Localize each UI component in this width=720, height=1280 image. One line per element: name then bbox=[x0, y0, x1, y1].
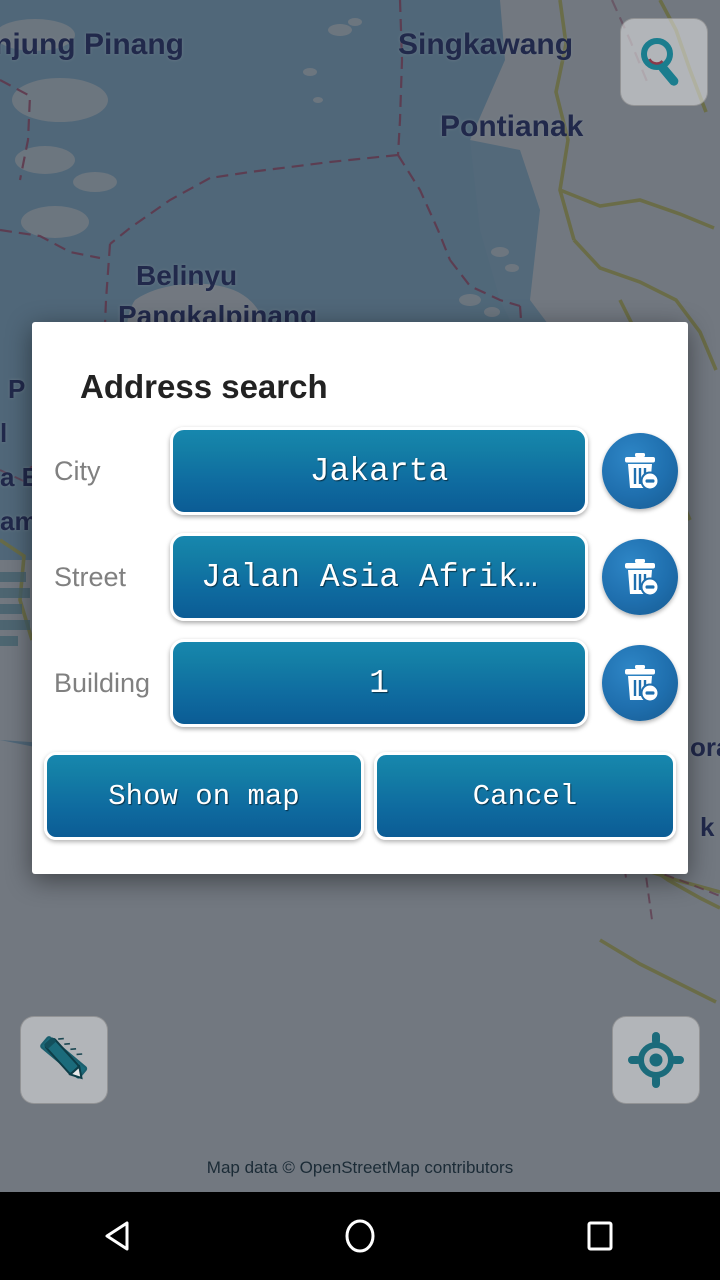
android-navigation-bar bbox=[0, 1192, 720, 1280]
ruler-pencil-icon bbox=[40, 1036, 88, 1080]
nav-home-button[interactable] bbox=[300, 1192, 420, 1280]
city-label: City bbox=[54, 455, 101, 486]
show-on-map-button[interactable]: Show on map bbox=[44, 752, 364, 840]
address-search-dialog: Address search City Jakarta Street Jalan… bbox=[32, 322, 688, 874]
crosshair-icon bbox=[628, 1032, 684, 1088]
city-input[interactable]: Jakarta bbox=[170, 427, 588, 515]
dialog-actions: Show on map Cancel bbox=[32, 736, 688, 840]
street-label: Street bbox=[54, 561, 127, 592]
nav-recents-button[interactable] bbox=[540, 1192, 660, 1280]
cancel-button[interactable]: Cancel bbox=[374, 752, 676, 840]
street-input[interactable]: Jalan Asia Afrik… bbox=[170, 533, 588, 621]
circle-icon bbox=[345, 1219, 375, 1253]
nav-back-button[interactable] bbox=[60, 1192, 180, 1280]
building-input[interactable]: 1 bbox=[170, 639, 588, 727]
triangle-left-icon bbox=[105, 1221, 129, 1251]
map-attribution: Map data © OpenStreetMap contributors bbox=[206, 1158, 514, 1177]
clear-city-button[interactable] bbox=[602, 433, 678, 509]
building-label: Building bbox=[54, 667, 151, 698]
my-location-button[interactable] bbox=[612, 1016, 700, 1104]
clear-building-button[interactable] bbox=[602, 645, 678, 721]
field-row-building: Building 1 bbox=[32, 630, 688, 736]
trash-minus-icon bbox=[625, 665, 660, 703]
measure-button[interactable] bbox=[20, 1016, 108, 1104]
trash-minus-icon bbox=[625, 453, 660, 491]
field-row-street: Street Jalan Asia Afrik… bbox=[32, 524, 688, 630]
field-row-city: City Jakarta bbox=[32, 418, 688, 524]
clear-street-button[interactable] bbox=[602, 539, 678, 615]
magnifier-icon bbox=[641, 38, 679, 86]
dialog-title: Address search bbox=[80, 368, 328, 405]
search-button[interactable] bbox=[620, 18, 708, 106]
phone-screen: njung Pinang Singkawang Pontianak Beliny… bbox=[0, 0, 720, 1280]
square-icon bbox=[587, 1221, 613, 1251]
trash-minus-icon bbox=[625, 559, 660, 597]
